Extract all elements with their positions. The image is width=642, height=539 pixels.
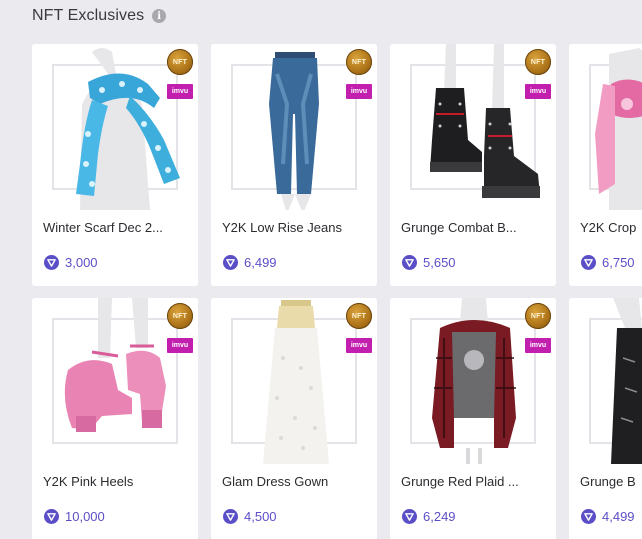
credits-icon [402,509,417,524]
credits-icon [223,509,238,524]
imvu-badge: imvu [346,338,372,353]
product-name[interactable]: Y2K Crop [580,220,642,235]
nft-badge: NFT [346,303,372,329]
product-thumbnail[interactable]: NFT imvu [211,44,377,210]
imvu-badge: imvu [167,84,193,99]
product-price: 10,000 [44,509,105,524]
product-name[interactable]: Grunge Combat B... [401,220,551,235]
imvu-badge: imvu [525,84,551,99]
price-value: 6,499 [244,255,277,270]
pants-icon [611,298,642,464]
product-card[interactable]: Grunge B 4,499 [569,298,642,539]
price-value: 6,750 [602,255,635,270]
nft-badge: NFT [167,49,193,75]
product-name[interactable]: Glam Dress Gown [222,474,372,489]
product-card[interactable]: NFT imvu Grunge Combat B... 5,650 [390,44,556,286]
price-value: 10,000 [65,509,105,524]
product-card[interactable]: NFT imvu Y2K Low Rise Jeans 6,499 [211,44,377,286]
nft-badge: NFT [525,303,551,329]
credits-icon [44,255,59,270]
product-price: 3,000 [44,255,98,270]
product-thumbnail[interactable]: NFT imvu [211,298,377,464]
nft-exclusives-page: NFT Exclusives i NFT imvu Winter Scarf D… [0,0,642,539]
info-icon[interactable]: i [152,9,167,23]
nft-badge: NFT [346,49,372,75]
product-name[interactable]: Y2K Low Rise Jeans [222,220,372,235]
product-thumbnail[interactable]: NFT imvu [390,298,556,464]
imvu-badge: imvu [346,84,372,99]
price-value: 4,500 [244,509,277,524]
price-value: 3,000 [65,255,98,270]
product-price: 4,499 [581,509,635,524]
product-card[interactable]: NFT imvu Winter Scarf Dec 2... 3,000 [32,44,198,286]
product-thumbnail[interactable]: NFT imvu [32,298,198,464]
product-thumbnail[interactable]: NFT imvu [32,44,198,210]
credits-icon [223,255,238,270]
product-name[interactable]: Grunge Red Plaid ... [401,474,551,489]
price-value: 4,499 [602,509,635,524]
product-name[interactable]: Grunge B [580,474,642,489]
price-value: 6,249 [423,509,456,524]
product-card[interactable]: Y2K Crop 6,750 [569,44,642,286]
product-price: 6,750 [581,255,635,270]
credits-icon [44,509,59,524]
product-thumbnail[interactable] [569,298,642,464]
imvu-badge: imvu [167,338,193,353]
product-card[interactable]: NFT imvu Grunge Red Plaid ... 6,249 [390,298,556,539]
product-card[interactable]: NFT imvu Y2K Pink Heels 10,000 [32,298,198,539]
product-price: 5,650 [402,255,456,270]
section-title: NFT Exclusives [32,7,145,24]
product-price: 6,499 [223,255,277,270]
nft-badge: NFT [167,303,193,329]
product-thumbnail[interactable] [569,44,642,210]
section-header: NFT Exclusives i [32,7,167,25]
imvu-badge: imvu [525,338,551,353]
crop-top-icon [595,48,642,210]
product-price: 4,500 [223,509,277,524]
credits-icon [581,509,596,524]
nft-badge: NFT [525,49,551,75]
product-thumbnail[interactable]: NFT imvu [390,44,556,210]
product-name[interactable]: Y2K Pink Heels [43,474,193,489]
product-card[interactable]: NFT imvu Glam Dress Gown 4,500 [211,298,377,539]
credits-icon [581,255,596,270]
price-value: 5,650 [423,255,456,270]
product-name[interactable]: Winter Scarf Dec 2... [43,220,193,235]
product-price: 6,249 [402,509,456,524]
credits-icon [402,255,417,270]
